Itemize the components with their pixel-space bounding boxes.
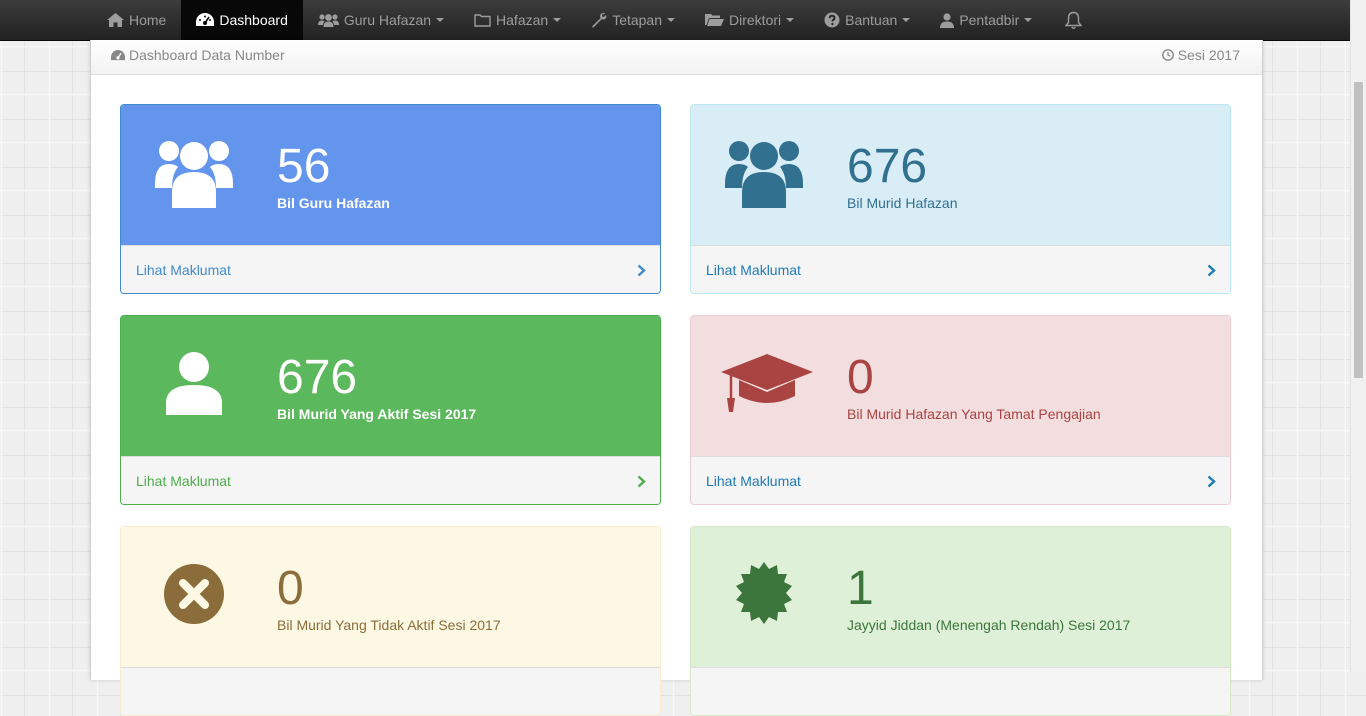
wrench-icon [592,12,607,28]
clock-icon [1161,49,1174,61]
certificate-icon [721,551,807,637]
nav-home-label: Home [129,12,167,28]
card-murid-aktif: 676 Bil Murid Yang Aktif Sesi 2017 Lihat… [120,315,661,505]
nav-tetapan-label: Tetapan [612,12,663,28]
home-icon [107,13,124,27]
chevron-down-icon [553,18,562,22]
nav-hafazan-label: Hafazan [496,12,549,28]
panel-title-text: Dashboard Data Number [129,47,285,63]
chevron-down-icon [667,18,676,22]
main-nav: Home Dashboard Guru Hafazan Hafazan Teta… [92,0,1105,40]
card-body: 56 Bil Guru Hafazan [121,105,660,245]
view-details-label: Lihat Maklumat [706,473,801,489]
card-label: Bil Guru Hafazan [277,195,390,211]
users-icon [721,129,807,215]
card-value: 676 [277,351,358,404]
nav-guru-hafazan[interactable]: Guru Hafazan [303,0,459,40]
card-label: Bil Murid Yang Aktif Sesi 2017 [277,406,477,422]
card-body: 0 Bil Murid Yang Tidak Aktif Sesi 2017 [121,527,660,667]
dashboard-icon [111,49,125,60]
folder-open-icon [705,14,725,26]
view-details-label: Lihat Maklumat [136,262,231,278]
nav-pentadbir[interactable]: Pentadbir [925,0,1047,40]
session-text: Sesi 2017 [1177,47,1240,63]
dashboard-icon [196,13,215,26]
view-details-link[interactable]: Lihat Maklumat [121,245,660,293]
chevron-right-icon [1207,475,1216,488]
card-label: Bil Murid Hafazan [847,195,958,211]
folder-icon [474,14,491,27]
view-details-link[interactable]: Lihat Maklumat [121,456,660,504]
card-label: Bil Murid Yang Tidak Aktif Sesi 2017 [277,617,501,633]
scrollbar-thumb[interactable] [1354,82,1363,378]
chevron-right-icon [637,264,646,277]
view-details-label: Lihat Maklumat [706,262,801,278]
panel-title: Dashboard Data Number [111,47,285,63]
chevron-right-icon [637,475,646,488]
user-icon [151,340,237,426]
users-icon [317,14,339,27]
card-footer [121,667,660,715]
chevron-down-icon [786,18,795,22]
chevron-right-icon [1207,264,1216,277]
top-navbar: Home Dashboard Guru Hafazan Hafazan Teta… [0,0,1350,41]
nav-home[interactable]: Home [92,0,181,40]
card-value: 676 [847,140,928,193]
bell-icon [1065,11,1083,29]
nav-hafazan[interactable]: Hafazan [459,0,576,40]
card-label: Jayyid Jiddan (Menengah Rendah) Sesi 201… [847,617,1131,633]
card-jayyid-jiddan: 1 Jayyid Jiddan (Menengah Rendah) Sesi 2… [690,526,1231,716]
nav-notifications[interactable] [1047,0,1105,40]
card-value: 56 [277,140,331,193]
nav-bantuan-label: Bantuan [845,12,898,28]
card-body: 0 Bil Murid Hafazan Yang Tamat Pengajian [691,316,1230,456]
card-murid-hafazan: 676 Bil Murid Hafazan Lihat Maklumat [690,104,1231,294]
card-body: 676 Bil Murid Hafazan [691,105,1230,245]
nav-pentadbir-label: Pentadbir [959,12,1020,28]
view-details-link[interactable]: Lihat Maklumat [691,456,1230,504]
users-icon [151,129,237,215]
nav-direktori[interactable]: Direktori [690,0,809,40]
nav-dashboard[interactable]: Dashboard [181,0,303,40]
card-label: Bil Murid Hafazan Yang Tamat Pengajian [847,406,1101,422]
card-body: 676 Bil Murid Yang Aktif Sesi 2017 [121,316,660,456]
nav-dashboard-label: Dashboard [219,12,288,28]
nav-guru-hafazan-label: Guru Hafazan [343,12,432,28]
graduation-cap-icon [719,340,815,426]
card-value: 0 [277,562,304,615]
card-value: 1 [847,562,874,615]
card-footer [691,667,1230,715]
view-details-link[interactable]: Lihat Maklumat [691,245,1230,293]
chevron-down-icon [436,18,445,22]
chevron-down-icon [902,18,911,22]
nav-bantuan[interactable]: Bantuan [809,0,925,40]
panel-heading: Dashboard Data Number Sesi 2017 [91,40,1262,75]
chevron-down-icon [1024,18,1033,22]
vertical-scrollbar[interactable] [1350,0,1366,672]
main-container: Dashboard Data Number Sesi 2017 56 Bil G… [90,40,1263,716]
times-circle-icon [151,551,237,637]
question-circle-icon [824,12,840,28]
card-murid-tidak-aktif: 0 Bil Murid Yang Tidak Aktif Sesi 2017 [120,526,661,716]
card-value: 0 [847,351,874,404]
session-indicator: Sesi 2017 [1161,47,1240,63]
view-details-label: Lihat Maklumat [136,473,231,489]
card-guru-hafazan: 56 Bil Guru Hafazan Lihat Maklumat [120,104,661,294]
card-body: 1 Jayyid Jiddan (Menengah Rendah) Sesi 2… [691,527,1230,667]
user-icon [940,12,955,28]
card-murid-tamat: 0 Bil Murid Hafazan Yang Tamat Pengajian… [690,315,1231,505]
nav-direktori-label: Direktori [729,12,782,28]
nav-tetapan[interactable]: Tetapan [576,0,690,40]
